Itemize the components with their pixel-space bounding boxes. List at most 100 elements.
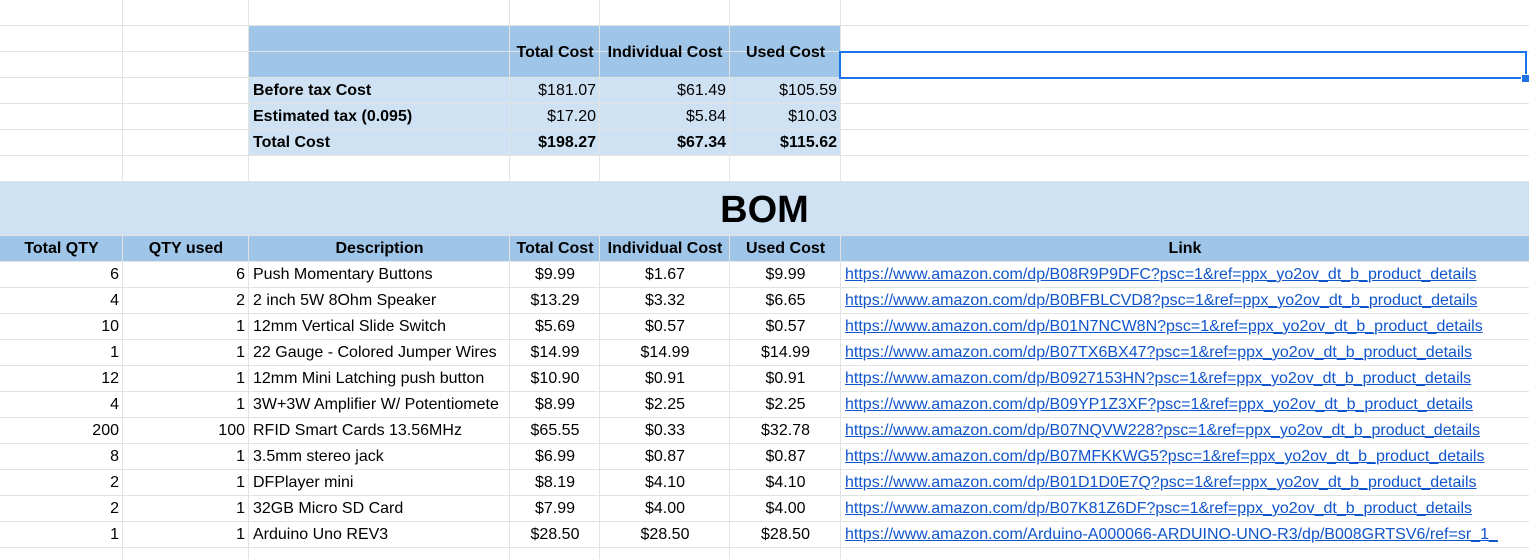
gridline-v [248, 0, 249, 182]
bom-header: Used Cost [745, 240, 826, 257]
bom-cell: 3.5mm stereo jack [253, 448, 384, 465]
gridline-v [122, 0, 123, 182]
bom-cell: 2 inch 5W 8Ohm Speaker [253, 292, 437, 309]
bom-cell: $13.29 [530, 292, 580, 309]
selected-cell[interactable] [839, 51, 1527, 79]
bom-cell: $0.87 [644, 448, 686, 465]
spreadsheet-grid[interactable]: Total Cost Individual Cost Used Cost Before… [0, 0, 1529, 559]
bom-cell: $4.00 [644, 500, 686, 517]
bom-cell: $14.99 [640, 344, 690, 361]
bom-cell: 12mm Mini Latching push button [253, 370, 485, 387]
bom-cell: $14.99 [530, 344, 580, 361]
bom-cell: 4 [110, 396, 119, 413]
bom-cell: $0.57 [644, 318, 686, 335]
selection-fill-handle[interactable] [1521, 74, 1529, 83]
summary-value: $67.34 [677, 134, 726, 151]
bom-header: Description [335, 240, 424, 257]
bom-cell: $3.32 [644, 292, 686, 309]
bom-cell: RFID Smart Cards 13.56MHz [253, 422, 462, 439]
bom-cell: 1 [236, 526, 245, 543]
bom-header: Link [1168, 240, 1202, 257]
bom-cell: 1 [110, 344, 119, 361]
summary-header: Individual Cost [607, 44, 723, 61]
bom-cell: DFPlayer mini [253, 474, 354, 491]
bom-cell: 3W+3W Amplifier W/ Potentiomete [253, 396, 499, 413]
product-link[interactable]: https://www.amazon.com/Arduino-A000066-A… [845, 522, 1527, 548]
bom-cell: $9.99 [534, 266, 576, 283]
gridline-v [122, 236, 123, 559]
summary-value: $17.20 [547, 108, 596, 125]
gridline-v [509, 0, 510, 182]
bom-cell: 1 [236, 318, 245, 335]
bom-cell: $4.10 [644, 474, 686, 491]
gridline-h [0, 25, 1529, 26]
bom-cell: $4.00 [765, 500, 806, 517]
bom-cell: 12 [101, 370, 119, 387]
gridline-v [840, 0, 841, 182]
product-link[interactable]: https://www.amazon.com/dp/B0BFBLCVD8?psc… [845, 288, 1527, 314]
product-link[interactable]: https://www.amazon.com/dp/B07TX6BX47?psc… [845, 340, 1527, 366]
bom-cell: 6 [110, 266, 119, 283]
gridline-h [0, 181, 1529, 182]
bom-cell: $28.50 [640, 526, 690, 543]
bom-cell: 2 [236, 292, 245, 309]
bom-cell: 1 [236, 474, 245, 491]
product-link[interactable]: https://www.amazon.com/dp/B01N7NCW8N?psc… [845, 314, 1527, 340]
bom-cell: $2.25 [644, 396, 686, 413]
bom-cell: $28.50 [761, 526, 810, 543]
gridline-v [509, 236, 510, 559]
bom-title: BOM [720, 189, 809, 231]
bom-cell: 2 [110, 474, 119, 491]
bom-cell: Arduino Uno REV3 [253, 526, 389, 543]
bom-cell: $32.78 [761, 422, 810, 439]
bom-cell: $0.91 [644, 370, 686, 387]
product-link[interactable]: https://www.amazon.com/dp/B0927153HN?psc… [845, 366, 1527, 392]
gridline-v [599, 236, 600, 559]
bom-cell: $65.55 [530, 422, 580, 439]
bom-cell: $0.33 [644, 422, 686, 439]
bom-cell: $2.25 [765, 396, 806, 413]
summary-row-label: Before tax Cost [253, 82, 372, 99]
bom-cell: $14.99 [761, 344, 810, 361]
bom-cell: $5.69 [534, 318, 576, 335]
bom-cell: 1 [236, 448, 245, 465]
product-link[interactable]: https://www.amazon.com/dp/B07NQVW228?psc… [845, 418, 1527, 444]
bom-header: Individual Cost [607, 240, 723, 257]
bom-cell: $0.57 [765, 318, 806, 335]
product-link[interactable]: https://www.amazon.com/dp/B09YP1Z3XF?psc… [845, 392, 1527, 418]
bom-cell: 22 Gauge - Colored Jumper Wires [253, 344, 497, 361]
bom-cell: 8 [110, 448, 119, 465]
summary-value: $181.07 [538, 82, 596, 99]
bom-cell: $8.19 [534, 474, 576, 491]
bom-cell: $4.10 [765, 474, 806, 491]
summary-header: Used Cost [745, 44, 826, 61]
gridline-v [248, 236, 249, 559]
bom-cell: 32GB Micro SD Card [253, 500, 404, 517]
gridline-v [840, 236, 841, 559]
bom-cell: $28.50 [530, 526, 580, 543]
bom-cell: 1 [236, 396, 245, 413]
bom-cell: $8.99 [534, 396, 576, 413]
bom-cell: 10 [101, 318, 119, 335]
product-link[interactable]: https://www.amazon.com/dp/B07K81Z6DF?psc… [845, 496, 1527, 522]
summary-value: $198.27 [538, 134, 596, 151]
bom-cell: $6.99 [534, 448, 576, 465]
bom-cell: $6.65 [765, 292, 806, 309]
bom-cell: 4 [110, 292, 119, 309]
gridline-v [599, 0, 600, 182]
bom-header: Total Cost [516, 240, 594, 257]
product-link[interactable]: https://www.amazon.com/dp/B01D1D0E7Q?psc… [845, 470, 1527, 496]
summary-header: Total Cost [516, 44, 594, 61]
bom-cell: Push Momentary Buttons [253, 266, 433, 283]
bom-cell: $7.99 [534, 500, 576, 517]
bom-cell: $0.91 [765, 370, 806, 387]
summary-value: $115.62 [780, 134, 837, 151]
bom-cell: $1.67 [644, 266, 686, 283]
summary-value: $10.03 [788, 108, 837, 125]
product-link[interactable]: https://www.amazon.com/dp/B07MFKKWG5?psc… [845, 444, 1527, 470]
summary-row-label: Total Cost [253, 134, 331, 151]
bom-cell: 1 [236, 344, 245, 361]
bom-cell: 6 [236, 266, 245, 283]
product-link[interactable]: https://www.amazon.com/dp/B08R9P9DFC?psc… [845, 262, 1527, 288]
bom-cell: $10.90 [530, 370, 580, 387]
